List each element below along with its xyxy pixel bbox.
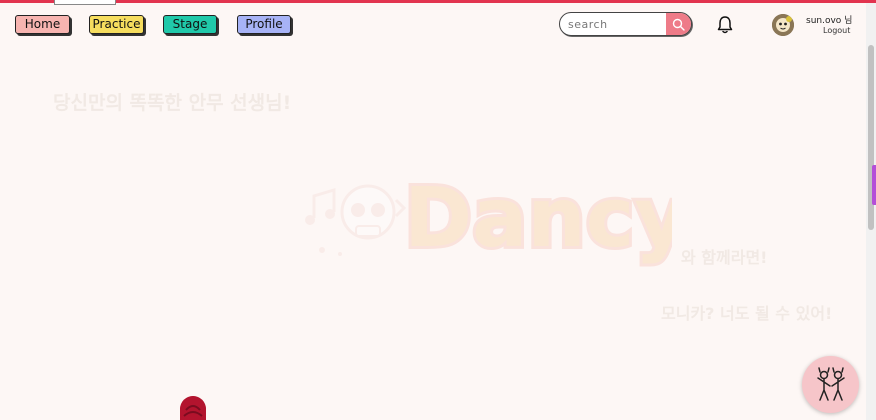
dancers-icon	[816, 366, 845, 401]
nav-profile-button[interactable]: Profile	[237, 15, 291, 34]
hero-line-1: 와 함께라면!	[681, 248, 768, 267]
nav-home-button[interactable]: Home	[15, 15, 70, 34]
navbar: Home Practice Stage Profile sun.ovo 님 Lo…	[0, 3, 866, 45]
avatar[interactable]	[772, 14, 794, 36]
search-bar	[559, 12, 692, 36]
mascot-image	[180, 396, 206, 420]
hero-tagline: 당신만의 똑똑한 안무 선생님!	[53, 92, 292, 114]
bell-icon[interactable]	[716, 15, 734, 35]
logout-link[interactable]: Logout	[823, 26, 850, 35]
nav-practice-button[interactable]: Practice	[89, 15, 144, 34]
search-icon	[672, 18, 685, 31]
side-tab[interactable]	[872, 165, 876, 205]
dance-fab-button[interactable]	[802, 356, 859, 413]
nav-stage-button[interactable]: Stage	[163, 15, 217, 34]
dancy-logo: Dancy	[305, 168, 672, 268]
search-input[interactable]	[560, 13, 667, 35]
hero-line-2: 모니카? 너도 될 수 있어!	[661, 304, 833, 323]
svg-text:Dancy: Dancy	[404, 171, 672, 266]
user-name: sun.ovo 님	[806, 16, 853, 26]
avatar-image	[772, 14, 794, 36]
search-button[interactable]	[666, 13, 691, 35]
